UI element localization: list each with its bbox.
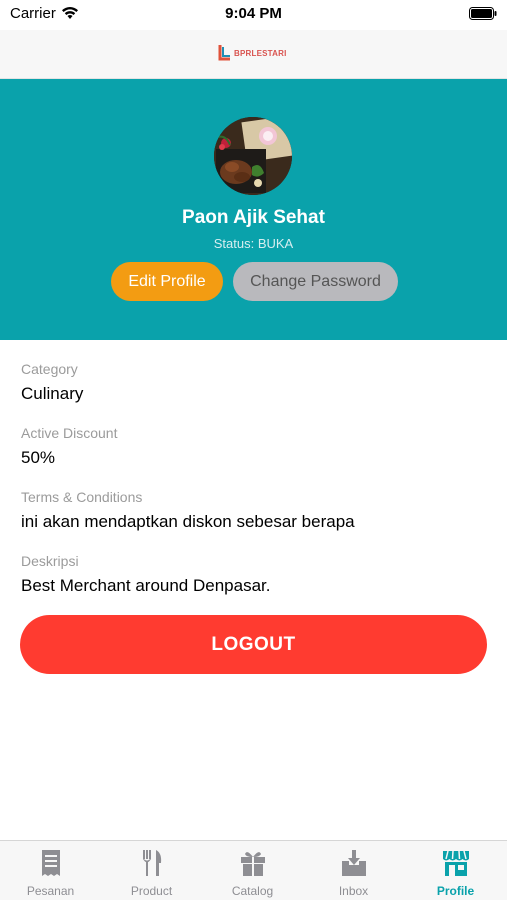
profile-header: Paon Ajik Sehat Status: BUKA Edit Profil… [0, 79, 507, 340]
active-discount-value: 50% [21, 448, 56, 467]
logout-button[interactable]: LOGOUT [20, 615, 487, 674]
tab-label: Product [130, 884, 173, 898]
logo-mark-icon [218, 45, 230, 61]
edit-profile-button[interactable]: Edit Profile [111, 262, 223, 301]
tab-profile[interactable]: Profile [405, 841, 506, 900]
inbox-download-icon [342, 850, 366, 876]
tab-label: Profile [436, 884, 475, 898]
category-label: Category [21, 361, 78, 377]
change-password-button[interactable]: Change Password [233, 262, 398, 301]
gift-icon [241, 852, 265, 876]
tab-label: Pesanan [26, 884, 75, 898]
merchant-avatar[interactable] [214, 117, 292, 195]
active-discount-label: Active Discount [21, 425, 118, 441]
logo-text: BPRLESTARI [234, 48, 287, 58]
fork-knife-icon [143, 850, 162, 876]
description-value: Best Merchant around Denpasar. [21, 576, 271, 595]
tab-inbox[interactable]: Inbox [303, 841, 404, 900]
terms-value: ini akan mendaptkan diskon sebesar berap… [21, 512, 355, 531]
avatar-food-image [214, 117, 292, 195]
storefront-icon [443, 850, 469, 876]
tab-pesanan[interactable]: Pesanan [0, 841, 101, 900]
merchant-status: Status: BUKA [213, 236, 294, 251]
tab-label: Catalog [231, 884, 274, 898]
status-bar: Carrier 9:04 PM [0, 0, 507, 30]
receipt-icon [42, 850, 60, 876]
category-value: Culinary [21, 384, 84, 403]
nav-bar: BPRLESTARI [0, 30, 507, 79]
tab-product[interactable]: Product [101, 841, 202, 900]
clock: 9:04 PM [225, 5, 282, 22]
terms-label: Terms & Conditions [21, 489, 143, 505]
description-label: Deskripsi [21, 553, 79, 569]
tab-label: Inbox [338, 884, 369, 898]
tab-bar: Pesanan Product Catalog Inbox Profile [0, 840, 507, 900]
merchant-name: Paon Ajik Sehat [182, 207, 325, 228]
tab-catalog[interactable]: Catalog [202, 841, 303, 900]
battery-icon [469, 7, 497, 20]
app-logo: BPRLESTARI [218, 42, 287, 64]
